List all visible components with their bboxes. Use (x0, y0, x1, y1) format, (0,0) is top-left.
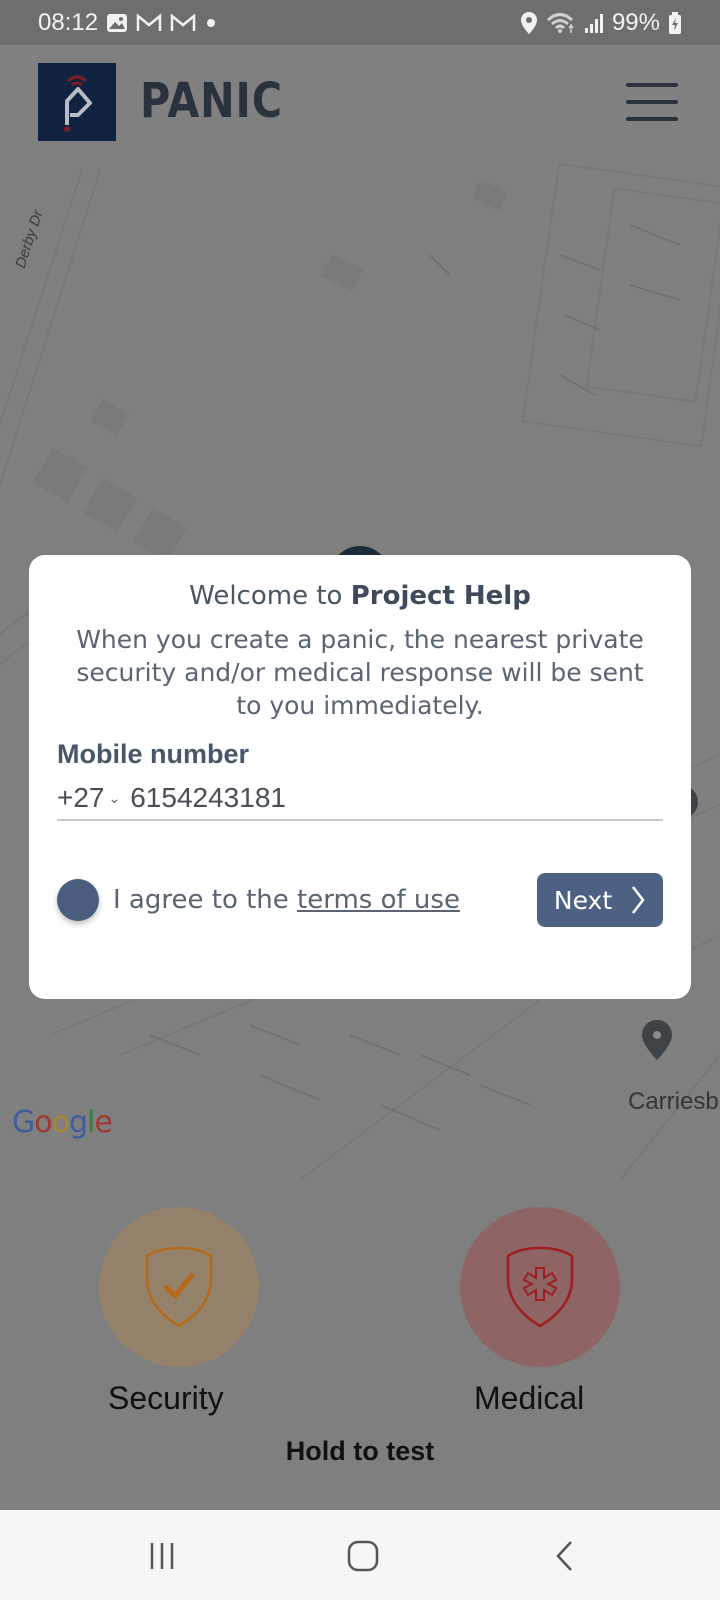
next-label: Next (553, 885, 613, 915)
home-button[interactable] (333, 1534, 393, 1578)
home-icon (347, 1540, 379, 1572)
notification-dot-icon (204, 16, 218, 30)
google-logo: Google (12, 1105, 113, 1140)
chevron-right-icon (632, 886, 645, 914)
security-panic-button[interactable] (99, 1207, 259, 1367)
back-button[interactable] (535, 1534, 595, 1578)
location-icon (520, 11, 538, 35)
app-header: PANIC (0, 45, 720, 155)
dialog-description: When you create a panic, the nearest pri… (76, 625, 644, 720)
mobile-number-label: Mobile number (57, 739, 250, 769)
app-logo (38, 63, 116, 141)
agree-terms-checkbox[interactable] (57, 879, 99, 921)
recent-apps-button[interactable] (132, 1534, 192, 1578)
gmail-icon (170, 12, 196, 33)
agree-prefix: I agree to the (113, 885, 298, 915)
shield-check-icon (145, 1246, 213, 1328)
chevron-down-icon: ⌄ (108, 789, 121, 806)
battery-percent: 99% (611, 8, 660, 36)
wifi-icon (546, 11, 576, 35)
next-button[interactable]: Next (537, 873, 663, 927)
shield-star-of-life-icon (506, 1246, 574, 1328)
recent-apps-icon (150, 1543, 174, 1569)
country-code-select[interactable]: +27 ⌄ (57, 782, 130, 814)
dialog-title-brand: Project Help (350, 581, 531, 611)
battery-charging-icon (668, 11, 682, 35)
signal-waves-icon (67, 75, 87, 83)
country-code-value: +27 (57, 782, 105, 813)
hold-to-test-label: Hold to test (285, 1436, 435, 1466)
medical-panic-button[interactable] (460, 1207, 620, 1367)
dialog-title-prefix: Welcome to (189, 581, 351, 611)
back-icon (556, 1541, 572, 1571)
agree-terms-label: I agree to the terms of use (113, 885, 460, 915)
street-label: Carriesb (628, 1088, 719, 1115)
app-title: PANIC (140, 73, 283, 129)
terms-agreement-row: I agree to the terms of use Next (57, 873, 663, 927)
status-bar: 08:12 99% (0, 0, 720, 45)
terms-of-use-link[interactable]: terms of use (297, 885, 460, 915)
security-label: Security (108, 1380, 224, 1416)
welcome-dialog: Welcome to Project Help When you create … (29, 555, 691, 999)
gmail-icon (136, 12, 162, 33)
signal-icon (584, 12, 604, 34)
medical-label: Medical (474, 1380, 585, 1416)
panic-panel: Security Medical Hold to test (0, 1180, 720, 1510)
status-time: 08:12 (38, 8, 99, 36)
gallery-icon (106, 13, 128, 33)
dialog-title: Welcome to Project Help (29, 581, 691, 611)
map-pin-icon (642, 1020, 672, 1060)
mobile-number-field: +27 ⌄ 6154243181 (57, 777, 663, 821)
phone-input[interactable]: 6154243181 (130, 782, 286, 814)
hamburger-menu-icon[interactable] (626, 83, 678, 123)
system-nav-bar (0, 1510, 720, 1600)
